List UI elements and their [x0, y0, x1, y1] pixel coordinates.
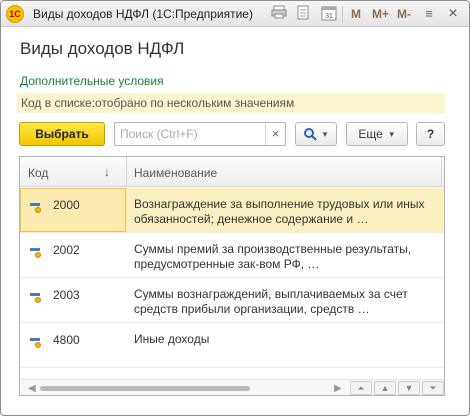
- go-down-button[interactable]: ▼: [398, 381, 420, 395]
- calendar-day-label: 31: [325, 13, 333, 20]
- row-name: Суммы вознаграждений, выплачиваемых за с…: [134, 287, 408, 316]
- column-header-name[interactable]: Наименование: [134, 166, 217, 180]
- close-icon[interactable]: ×: [443, 5, 463, 23]
- table-row[interactable]: 4800 Иные доходы: [20, 323, 444, 368]
- catalog-item-icon: [30, 336, 44, 348]
- row-code: 2002: [53, 243, 80, 257]
- window-title: Виды доходов НДФЛ (1С:Предприятие): [33, 7, 253, 21]
- help-button[interactable]: ?: [416, 122, 445, 146]
- scroll-thumb[interactable]: [40, 386, 250, 391]
- codes-table: Код ↓ Наименование 2000 Вознаграждение з…: [19, 156, 445, 396]
- app-window: 1С Виды доходов НДФЛ (1С:Предприятие) 31…: [0, 0, 470, 416]
- table-header: Код ↓ Наименование: [20, 157, 444, 187]
- horizontal-scrollbar[interactable]: ◀ ▶ ⏶ ▲ ▼ ⏷: [20, 379, 444, 395]
- row-name: Иные доходы: [134, 332, 210, 346]
- clear-search-icon[interactable]: ×: [265, 123, 285, 145]
- table-row[interactable]: 2000 Вознаграждение за выполнение трудов…: [20, 188, 444, 233]
- row-code: 2003: [53, 288, 80, 302]
- catalog-item-icon: [30, 246, 44, 258]
- scroll-right-icon[interactable]: ▶: [334, 383, 342, 394]
- app-logo-icon: 1С: [6, 5, 24, 23]
- select-button[interactable]: Выбрать: [19, 122, 105, 146]
- search-box: ×: [114, 122, 286, 146]
- row-code: 4800: [53, 333, 80, 347]
- catalog-item-icon: [30, 291, 44, 303]
- scroll-left-icon[interactable]: ◀: [28, 383, 36, 394]
- search-icon: [304, 128, 317, 141]
- document-icon[interactable]: [293, 5, 313, 23]
- memory-plus-button[interactable]: M+: [372, 6, 389, 22]
- filter-status: Код в списке:отобрано по нескольким знач…: [17, 93, 445, 113]
- go-up-button[interactable]: ▲: [374, 381, 396, 395]
- more-button-label: Еще: [358, 127, 383, 141]
- row-code: 2000: [53, 198, 80, 212]
- more-button[interactable]: Еще ▼: [346, 122, 408, 146]
- memory-minus-button[interactable]: M-: [397, 6, 411, 22]
- calendar-icon[interactable]: 31: [319, 5, 339, 23]
- find-button[interactable]: ▼: [295, 122, 337, 146]
- printer-icon[interactable]: [269, 5, 289, 23]
- column-divider: [126, 157, 127, 187]
- sort-arrow-icon[interactable]: ↓: [104, 165, 110, 179]
- row-name: Вознаграждение за выполнение трудовых ил…: [134, 197, 425, 226]
- search-input[interactable]: [115, 123, 265, 145]
- title-bar: 1С Виды доходов НДФЛ (1С:Предприятие) 31…: [1, 1, 469, 27]
- chevron-down-icon: ▼: [321, 129, 329, 139]
- extra-conditions-link[interactable]: Дополнительные условия: [20, 74, 164, 88]
- row-name: Суммы премий за производственные результ…: [134, 242, 412, 271]
- page-title: Виды доходов НДФЛ: [20, 39, 185, 58]
- column-header-code[interactable]: Код: [28, 166, 48, 180]
- catalog-item-icon: [30, 201, 44, 213]
- table-row[interactable]: 2003 Суммы вознаграждений, выплачиваемых…: [20, 278, 444, 323]
- column-divider: [441, 157, 442, 187]
- table-row[interactable]: 2002 Суммы премий за производственные ре…: [20, 233, 444, 278]
- chevron-down-icon: ▼: [387, 129, 396, 139]
- menu-icon[interactable]: ≡: [419, 5, 439, 23]
- go-first-button[interactable]: ⏶: [350, 381, 372, 395]
- memory-button[interactable]: M: [351, 6, 361, 22]
- go-last-button[interactable]: ⏷: [422, 381, 444, 395]
- toolbar-separator: [342, 6, 343, 22]
